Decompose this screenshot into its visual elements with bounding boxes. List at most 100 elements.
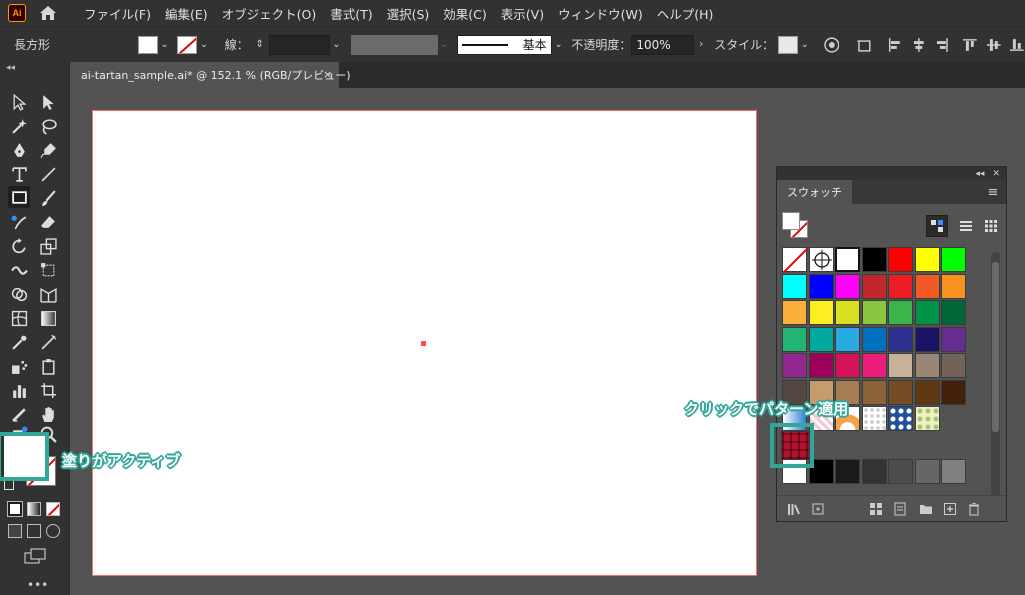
align-top-icon[interactable] xyxy=(962,37,978,53)
swatch-ff00ff[interactable] xyxy=(835,273,860,299)
profile-dropdown-icon[interactable]: ⌄ xyxy=(438,36,452,54)
stroke-weight-stepper[interactable]: ⇕ xyxy=(253,36,267,54)
measure-tool-icon[interactable] xyxy=(38,332,58,352)
opacity-expand-icon[interactable]: › xyxy=(694,36,708,54)
align-right-icon[interactable] xyxy=(934,37,950,53)
place-swatches-icon[interactable] xyxy=(811,502,825,516)
free-transform-tool-icon[interactable] xyxy=(38,260,58,280)
menu-help[interactable]: ヘルプ(H) xyxy=(657,4,714,23)
menu-effect[interactable]: 効果(C) xyxy=(443,4,486,23)
menu-edit[interactable]: 編集(E) xyxy=(165,4,208,23)
live-paint-bucket-icon[interactable] xyxy=(38,356,58,376)
swatch-ffff00[interactable] xyxy=(914,247,940,272)
swatch-39b54a[interactable] xyxy=(888,300,913,325)
close-panel-icon[interactable]: ✕ xyxy=(992,169,1000,179)
swatch-1a1a1a[interactable] xyxy=(835,459,860,484)
line-tool-icon[interactable] xyxy=(38,164,58,184)
rectangle-tool-icon[interactable] xyxy=(8,186,30,208)
gradient-tool-icon[interactable] xyxy=(38,308,58,328)
swatch-603813[interactable] xyxy=(914,379,940,405)
width-tool-icon[interactable] xyxy=(9,260,29,280)
style-dropdown-icon[interactable]: ⌄ xyxy=(798,36,812,54)
swatch-662d91[interactable] xyxy=(941,326,966,352)
fill-color-swatch[interactable] xyxy=(138,35,158,54)
align-center-icon[interactable] xyxy=(911,37,927,53)
swatch-4d4d4d[interactable] xyxy=(888,459,913,484)
eyedropper-tool-icon[interactable] xyxy=(9,332,29,352)
type-tool-icon[interactable] xyxy=(9,164,29,184)
hand-tool-icon[interactable] xyxy=(38,404,58,424)
swatch-333333[interactable] xyxy=(861,459,887,484)
swatch-d4145a[interactable] xyxy=(835,353,860,378)
brush-dropdown-icon[interactable]: ⌄ xyxy=(552,36,566,54)
swatch-000000[interactable] xyxy=(861,247,887,272)
swatch-666666[interactable] xyxy=(914,459,940,484)
scale-tool-icon[interactable] xyxy=(38,236,58,256)
align-middle-icon[interactable] xyxy=(986,37,1002,53)
show-kinds-icon[interactable] xyxy=(869,502,883,516)
color-mode-icon[interactable] xyxy=(7,501,23,517)
menu-select[interactable]: 選択(S) xyxy=(387,4,430,23)
large-thumbnail-view-icon[interactable] xyxy=(980,215,1002,237)
swatch-29abe2[interactable] xyxy=(835,326,860,352)
selection-tool-icon[interactable] xyxy=(9,92,29,112)
curvature-tool-icon[interactable] xyxy=(38,140,58,160)
swatch-c1272d[interactable] xyxy=(861,273,887,299)
swatch-ed1c24[interactable] xyxy=(888,273,913,299)
opacity-label[interactable]: 不透明度： xyxy=(571,36,631,53)
swatch-808080[interactable] xyxy=(941,459,966,484)
shape-builder-tool-icon[interactable] xyxy=(9,284,29,304)
home-icon[interactable] xyxy=(38,3,58,23)
align-bottom-icon[interactable] xyxy=(1009,37,1025,53)
swatch-options-icon[interactable] xyxy=(893,502,907,516)
magic-wand-tool-icon[interactable] xyxy=(9,116,29,136)
swatch-fbb03b[interactable] xyxy=(782,300,807,325)
scrollbar-thumb[interactable] xyxy=(992,262,999,432)
swatch-fcee21[interactable] xyxy=(808,300,834,325)
swatch-pattern-yellow[interactable] xyxy=(914,406,940,431)
swatch-00ffff[interactable] xyxy=(782,273,807,299)
menu-view[interactable]: 表示(V) xyxy=(501,4,544,23)
close-tab-icon[interactable]: × xyxy=(323,68,332,81)
swatch-0000ff[interactable] xyxy=(808,273,834,299)
swatch-9e005d[interactable] xyxy=(808,353,834,378)
shaper-tool-icon[interactable] xyxy=(9,212,29,232)
swatch-009245[interactable] xyxy=(914,300,940,325)
swatch-none[interactable] xyxy=(782,247,809,274)
collapse-panel-icon[interactable]: ◂◂ xyxy=(975,169,984,179)
variable-width-profile[interactable] xyxy=(351,34,438,55)
list-view-icon[interactable] xyxy=(955,215,977,237)
swatch-736357[interactable] xyxy=(941,353,966,378)
stroke-color-swatch[interactable] xyxy=(177,35,198,54)
graphic-style-swatch[interactable] xyxy=(778,35,798,54)
artboard-tool-icon[interactable] xyxy=(38,380,58,400)
artboard[interactable] xyxy=(92,110,757,576)
swatch-1b1464[interactable] xyxy=(914,326,940,352)
symbol-sprayer-tool-icon[interactable] xyxy=(9,356,29,376)
swatch-2e3192[interactable] xyxy=(888,326,913,352)
swatch-f15a24[interactable] xyxy=(914,273,940,299)
eraser-tool-icon[interactable] xyxy=(38,212,58,232)
screen-mode-icon[interactable] xyxy=(24,548,46,564)
lasso-tool-icon[interactable] xyxy=(38,116,58,136)
paintbrush-tool-icon[interactable] xyxy=(38,188,58,208)
brush-style-select[interactable]: 基本 xyxy=(457,34,552,55)
swatch-c7b299[interactable] xyxy=(888,353,913,378)
swatch-scrollbar[interactable] xyxy=(991,252,1000,497)
stroke-weight-input[interactable] xyxy=(268,34,330,55)
rotate-tool-icon[interactable] xyxy=(9,236,29,256)
draw-behind-icon[interactable] xyxy=(27,524,41,538)
swatch-libraries-icon[interactable] xyxy=(787,502,801,516)
new-color-group-icon[interactable] xyxy=(919,502,933,516)
swatch-93278f[interactable] xyxy=(782,353,807,378)
gradient-mode-icon[interactable] xyxy=(27,502,41,516)
recolor-artwork-icon[interactable] xyxy=(823,36,840,53)
more-tools-icon[interactable]: ••• xyxy=(27,578,48,592)
swatch-006837[interactable] xyxy=(941,300,966,325)
stroke-weight-dropdown-icon[interactable]: ⌄ xyxy=(330,36,344,54)
draw-inside-icon[interactable] xyxy=(46,524,60,538)
transform-icon[interactable] xyxy=(857,37,873,53)
swatch-8c6239[interactable] xyxy=(861,379,887,405)
default-fill-stroke-icon[interactable] xyxy=(4,480,14,490)
collapse-panel-icon[interactable]: ◂◂ xyxy=(0,62,69,74)
